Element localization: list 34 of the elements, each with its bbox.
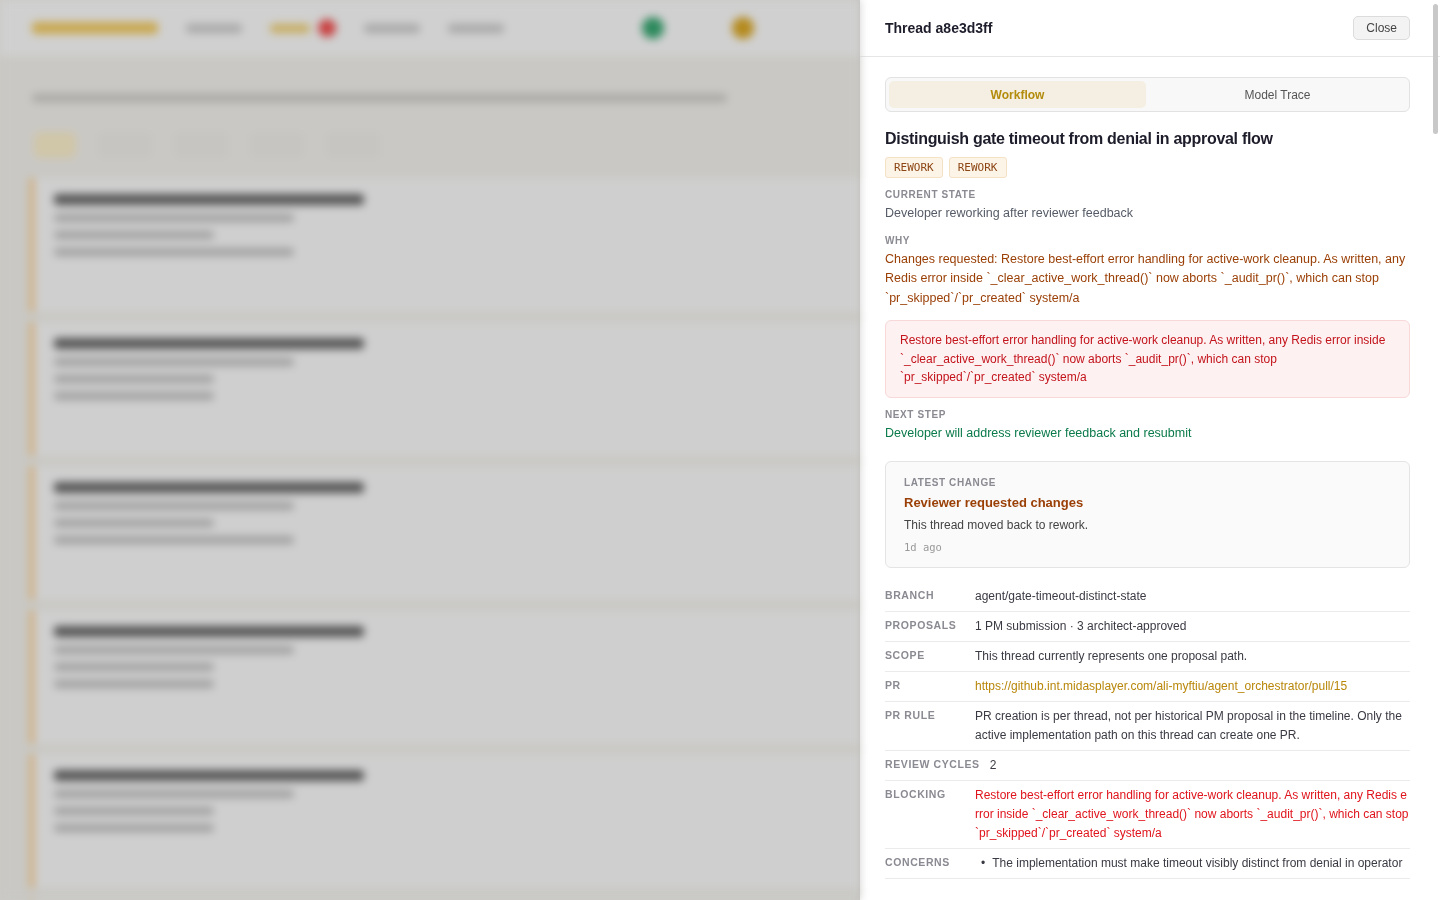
field-value: agent/gate-timeout-distinct-state — [975, 588, 1148, 605]
drawer-title: Thread a8e3d3ff — [885, 20, 993, 36]
field-label: PR RULE — [885, 708, 937, 723]
field-label: PROPOSALS — [885, 618, 958, 633]
section-label: LATEST CHANGE — [904, 477, 998, 488]
section-label: WHY — [885, 234, 912, 246]
why-text: Changes requested: Restore best-effort error handling for active-work cleanup. As written, any Redis error inside `_clear_active_work_thread()` now aborts `_audit_pr()`, which can stop `pr_skipped`/`pr_created` system/a — [885, 250, 1407, 307]
bullet: • — [981, 855, 986, 872]
field-label: REVIEW CYCLES — [885, 757, 980, 772]
field-value: 1 PM submission · 3 architect-approved — [975, 618, 1188, 635]
thread-title: Distinguish gate timeout from denial in approval flow — [885, 130, 1274, 148]
concern-item: The implementation must make timeout visibly distinct from denial in operator — [992, 855, 1404, 872]
change-description: This thread moved back to rework. — [904, 518, 1090, 532]
timestamp: 1d ago — [904, 541, 943, 553]
field-label: PR — [885, 678, 902, 693]
next-step-text: Developer will address reviewer feedback and resubmit — [885, 424, 1193, 442]
close-button[interactable]: Close — [1353, 16, 1410, 40]
status-tag: REWORK — [885, 157, 943, 178]
field-label: BRANCH — [885, 588, 936, 603]
change-title: Reviewer requested changes — [904, 495, 1085, 510]
field-value: PR creation is per thread, not per historical PM proposal in the timeline. Only the active implementation path on this thread can create one PR. — [975, 708, 1403, 744]
field-value: 2 — [989, 757, 998, 774]
blocking-alert: Restore best-effort error handling for active-work cleanup. As written, any Redis error inside `_clear_active_work_thread()` now aborts `_audit_pr()`, which can stop `pr_skipped`/`pr_created` system/a — [885, 320, 1410, 398]
section-label: CURRENT STATE — [885, 189, 977, 200]
field-label: CONCERNS — [885, 855, 951, 870]
tab[interactable]: Model Trace — [1149, 81, 1406, 108]
section-label: NEXT STEP — [885, 408, 947, 420]
field-label: BLOCKING — [885, 787, 947, 802]
field-value: This thread currently represents one proposal path. — [975, 648, 1249, 665]
field-value: Restore best-effort error handling for active-work cleanup. As written, any Redis error inside `_clear_active_work_thread()` now aborts `_audit_pr()`, which can stop `pr_skipped`/`pr_created` system/a — [975, 787, 1410, 842]
status-tag: REWORK — [948, 157, 1007, 178]
scrollbar[interactable] — [1433, 4, 1438, 134]
current-state-text: Developer reworking after reviewer feedback — [885, 205, 1135, 222]
field-label: SCOPE — [885, 648, 926, 663]
